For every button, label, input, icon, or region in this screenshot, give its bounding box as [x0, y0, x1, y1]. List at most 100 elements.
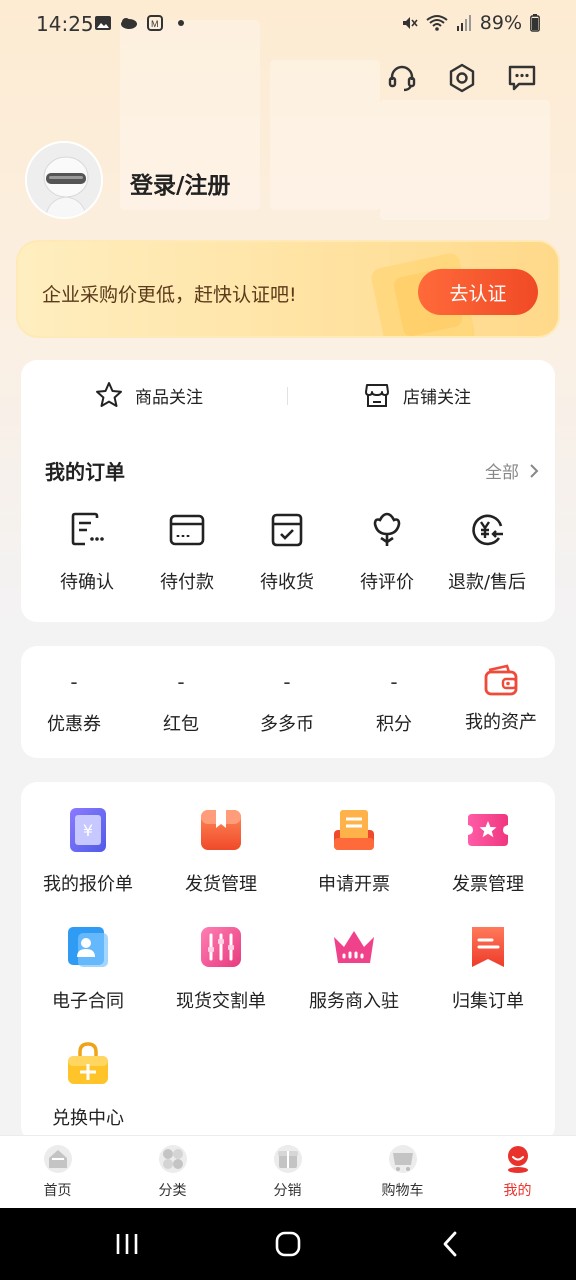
status-bar: 14:25 M 89%	[0, 0, 576, 50]
back-icon[interactable]	[430, 1226, 470, 1262]
tool-label: 服务商入驻	[309, 991, 399, 1012]
recent-apps-icon[interactable]	[107, 1226, 147, 1262]
order-item-label: 待付款	[160, 572, 214, 593]
star-icon	[96, 382, 122, 407]
battery-level: 89%	[479, 12, 522, 34]
home-button-icon[interactable]	[268, 1226, 308, 1262]
follow-orders-card: 商品关注 店铺关注 我的订单 全部 待确认 待付款 待收货 待评价 退款/售后	[21, 360, 555, 622]
settings-icon[interactable]	[446, 62, 478, 94]
exchange-icon	[68, 1042, 108, 1084]
profile-icon	[507, 1146, 528, 1173]
tool-my-quotes[interactable]: ¥ 我的报价单	[21, 806, 155, 896]
my-assets-button[interactable]: 我的资产	[448, 664, 554, 734]
battery-icon	[530, 14, 540, 32]
customer-service-icon[interactable]	[386, 62, 418, 94]
asset-label: 红包	[163, 714, 199, 735]
nav-label: 我的	[503, 1183, 532, 1199]
store-icon	[365, 384, 389, 407]
gallery-icon	[95, 16, 111, 30]
asset-value: -	[70, 670, 78, 694]
asset-value: -	[283, 670, 291, 694]
asset-label: 积分	[376, 714, 412, 735]
crown-icon	[334, 931, 374, 963]
tools-card: ¥ 我的报价单 发货管理 申请开票 发票管理 电子合同 现货交割单 服务商入驻 …	[21, 782, 555, 1142]
order-pending-confirm[interactable]: 待确认	[34, 510, 140, 594]
tool-exchange-center[interactable]: 兑换中心	[21, 1040, 155, 1130]
wallet-icon	[484, 664, 518, 696]
tool-service-provider-join[interactable]: 服务商入驻	[287, 923, 421, 1013]
tool-label: 申请开票	[318, 874, 390, 895]
asset-value: -	[390, 670, 398, 694]
bottom-navigation: 首页 分类 分销 购物车 我的	[0, 1135, 576, 1208]
my-assets-label: 我的资产	[465, 712, 537, 733]
tool-shipping[interactable]: 发货管理	[154, 806, 288, 896]
go-certify-button[interactable]: 去认证	[418, 269, 538, 315]
home-icon	[43, 1145, 72, 1173]
tool-label: 发票管理	[452, 874, 524, 895]
category-icon	[158, 1145, 187, 1173]
tool-e-contract[interactable]: 电子合同	[21, 923, 155, 1013]
asset-label: 多多币	[260, 714, 314, 735]
assets-card: - 优惠券 - 红包 - 多多币 - 积分 我的资产	[21, 646, 555, 758]
nav-category[interactable]: 分类	[115, 1144, 230, 1200]
invoice-manage-icon	[468, 814, 508, 846]
nav-distribution[interactable]: 分销	[230, 1144, 345, 1200]
pending-confirm-icon	[71, 512, 104, 546]
orders-all-label: 全部	[485, 463, 519, 483]
signal-icon	[456, 15, 471, 31]
enterprise-cert-banner: 企业采购价更低，赶快认证吧! 去认证	[16, 240, 560, 338]
tool-label: 发货管理	[185, 874, 257, 895]
store-follow-label: 店铺关注	[403, 387, 471, 408]
asset-duoduo-coin[interactable]: - 多多币	[234, 670, 340, 736]
nav-label: 分销	[273, 1183, 302, 1199]
tool-label: 我的报价单	[43, 874, 133, 895]
tool-label: 归集订单	[452, 991, 524, 1012]
order-pending-review[interactable]: 待评价	[334, 510, 440, 594]
store-follow-button[interactable]: 店铺关注	[363, 380, 471, 410]
tool-label: 现货交割单	[176, 991, 266, 1012]
collect-order-icon	[472, 927, 504, 967]
cert-prompt-text: 企业采购价更低，赶快认证吧!	[42, 284, 297, 306]
status-time: 14:25	[36, 12, 94, 36]
login-register-link[interactable]: 登录/注册	[130, 166, 230, 200]
invoice-apply-icon	[334, 810, 374, 850]
cloud-icon	[121, 18, 137, 29]
asset-value: -	[177, 670, 185, 694]
order-pending-receipt[interactable]: 待收货	[234, 510, 340, 594]
order-item-label: 退款/售后	[447, 572, 527, 593]
order-item-label: 待确认	[60, 572, 114, 593]
cart-icon	[388, 1145, 417, 1173]
system-navigation-bar	[0, 1208, 576, 1280]
follow-divider	[287, 387, 288, 405]
nav-cart[interactable]: 购物车	[345, 1144, 460, 1200]
shipping-icon	[201, 810, 241, 850]
asset-label: 优惠券	[47, 714, 101, 735]
asset-coupon[interactable]: - 优惠券	[21, 670, 127, 736]
nav-label: 购物车	[381, 1183, 424, 1199]
asset-points[interactable]: - 积分	[341, 670, 447, 736]
distribution-icon	[273, 1145, 302, 1173]
tool-invoice-management[interactable]: 发票管理	[421, 806, 555, 896]
product-follow-button[interactable]: 商品关注	[95, 380, 203, 410]
product-follow-label: 商品关注	[135, 387, 203, 408]
message-icon[interactable]	[506, 62, 538, 94]
avatar[interactable]	[25, 141, 103, 219]
tool-spot-delivery-note[interactable]: 现货交割单	[154, 923, 288, 1013]
svg-text:M: M	[151, 19, 159, 29]
orders-all-link[interactable]: 全部	[485, 458, 539, 483]
chevron-right-icon	[530, 463, 539, 478]
tool-apply-invoice[interactable]: 申请开票	[287, 806, 421, 896]
tool-label: 兑换中心	[52, 1108, 124, 1129]
svg-text:¥: ¥	[83, 821, 93, 840]
contract-icon	[68, 927, 108, 967]
tool-collect-orders[interactable]: 归集订单	[421, 923, 555, 1013]
asset-red-packet[interactable]: - 红包	[128, 670, 234, 736]
order-pending-payment[interactable]: 待付款	[134, 510, 240, 594]
order-refund[interactable]: 退款/售后	[434, 510, 540, 594]
nav-home[interactable]: 首页	[0, 1144, 115, 1200]
quote-icon: ¥	[70, 808, 106, 852]
mute-icon	[402, 17, 418, 29]
tool-label: 电子合同	[52, 991, 124, 1012]
wifi-icon	[426, 15, 448, 31]
nav-mine[interactable]: 我的	[460, 1144, 575, 1200]
